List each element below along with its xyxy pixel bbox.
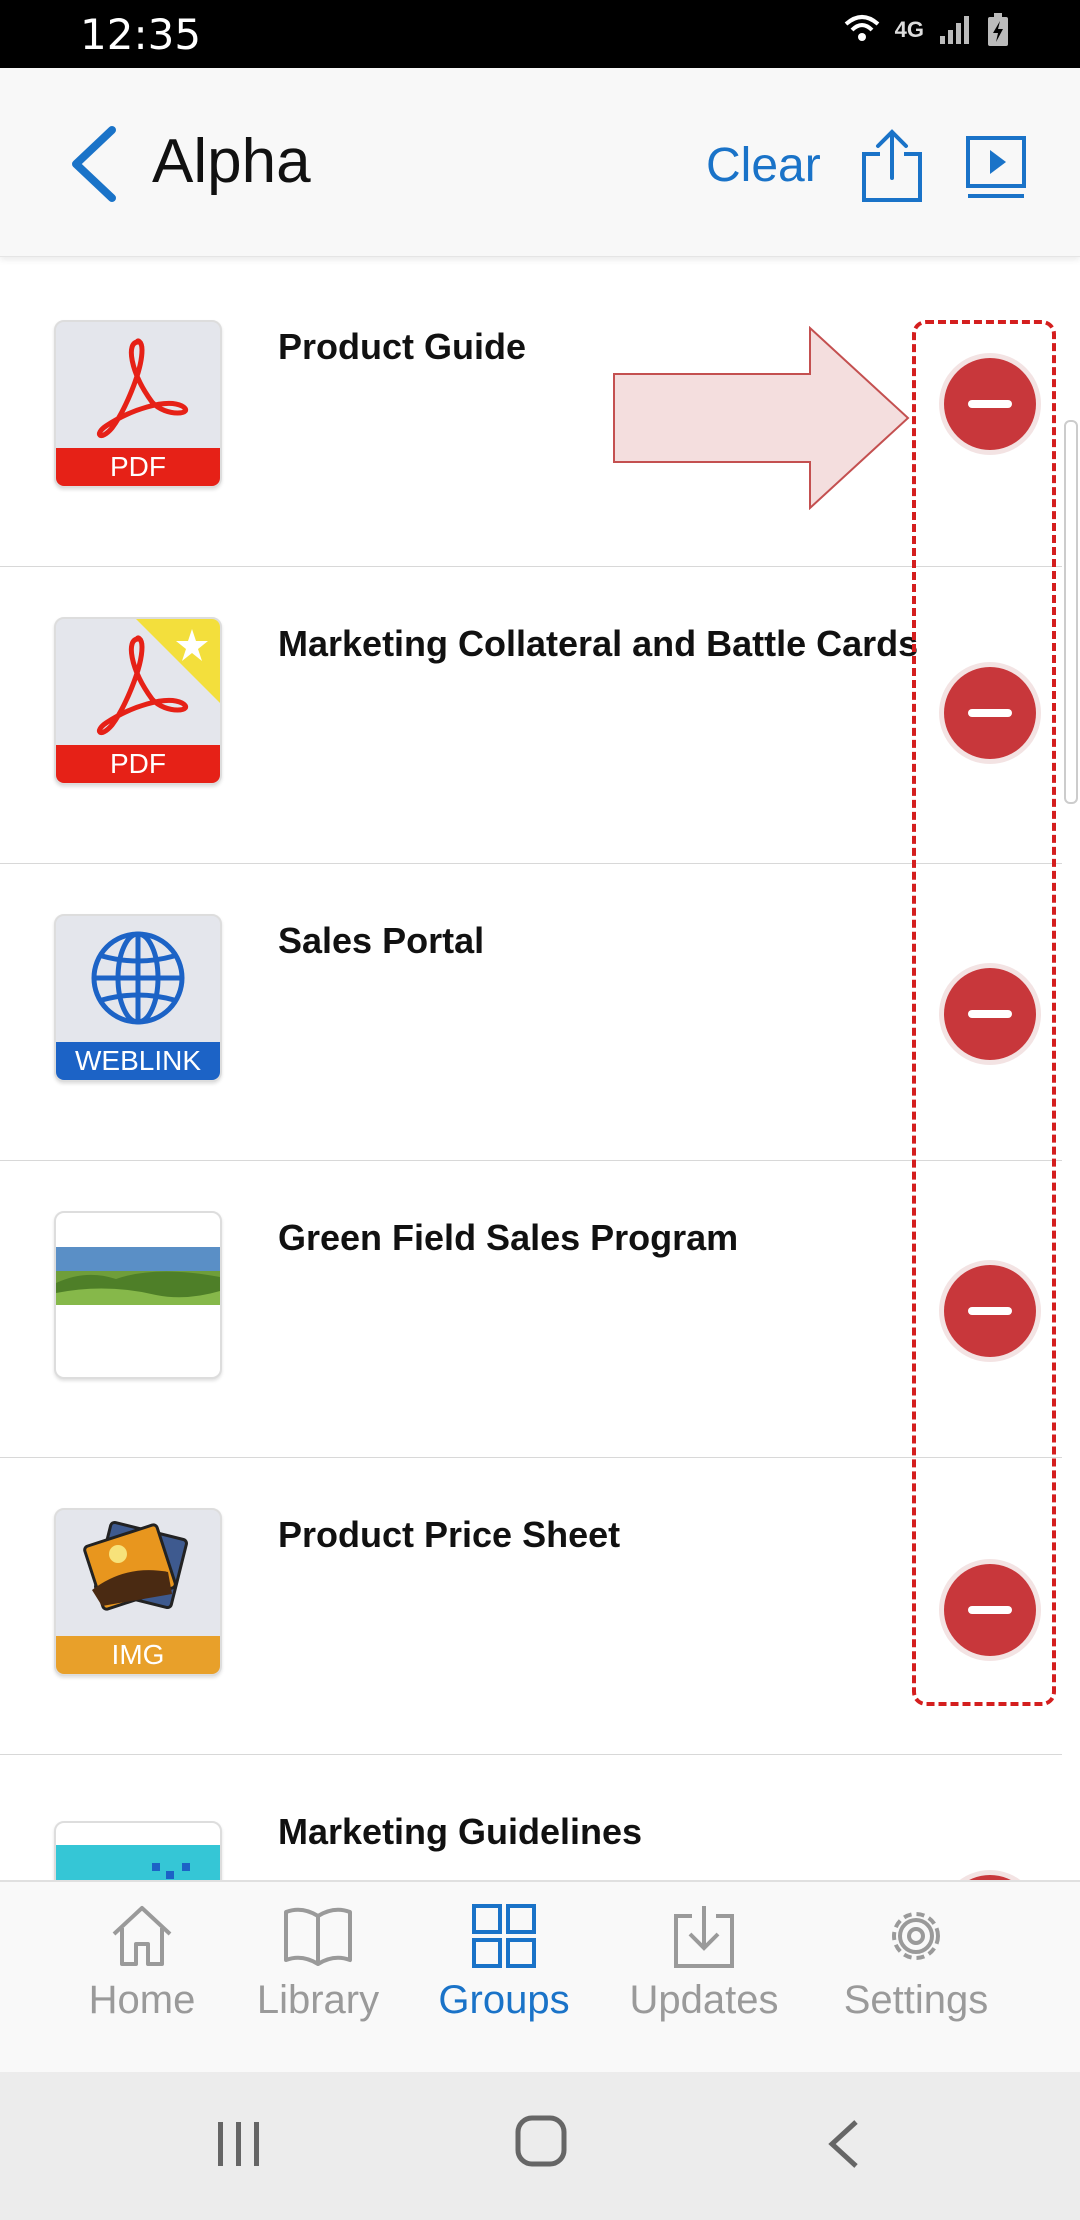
status-icons: 4G: [843, 12, 1010, 48]
home-nav-icon[interactable]: [514, 2114, 570, 2170]
present-icon[interactable]: [964, 134, 1028, 202]
bottom-tab-bar: Home Library Groups Updates Settings: [0, 1880, 1080, 2074]
globe-icon: [91, 931, 185, 1025]
item-title[interactable]: Sales Portal: [278, 920, 484, 962]
page-title: Alpha: [152, 127, 311, 196]
tab-label: Groups: [438, 1978, 570, 2022]
file-type-label: PDF: [56, 745, 220, 783]
pdf-thumbnail: PDF: [54, 320, 222, 488]
recents-icon[interactable]: [214, 2118, 264, 2170]
app-header: Alpha Clear: [0, 68, 1080, 257]
item-title[interactable]: Product Guide: [278, 326, 526, 368]
grid-icon: [472, 1904, 536, 1968]
guidelines-thumbnail: [54, 1821, 222, 1880]
acrobat-icon: [96, 338, 188, 439]
list-item[interactable]: Green Field Sales Program: [0, 1161, 1062, 1458]
home-icon: [112, 1906, 172, 1966]
back-nav-icon[interactable]: [824, 2118, 864, 2170]
list-item[interactable]: Marketing Guidelines: [0, 1755, 1062, 1880]
list-item[interactable]: PDF Marketing Collateral and Battle Card…: [0, 567, 1062, 864]
star-badge-icon: [136, 619, 220, 703]
item-title[interactable]: Green Field Sales Program: [278, 1217, 738, 1259]
tab-home[interactable]: Home: [72, 1882, 212, 2023]
content-list: PDF Product Guide PDF Marketing Collater…: [0, 270, 1062, 1880]
clear-button[interactable]: Clear: [706, 138, 821, 193]
status-bar: 12:35 4G: [0, 0, 1080, 68]
landscape-photo: [56, 1247, 220, 1305]
landscape-thumbnail: [54, 1211, 222, 1379]
tab-label: Home: [88, 1978, 196, 2022]
file-type-label: WEBLINK: [56, 1042, 220, 1080]
wifi-icon: [844, 15, 879, 41]
gear-icon: [892, 1912, 940, 1960]
item-title[interactable]: Marketing Collateral and Battle Cards: [278, 623, 918, 665]
annotation-arrow: [613, 326, 910, 510]
list-item[interactable]: WEBLINK Sales Portal: [0, 864, 1062, 1161]
tab-groups[interactable]: Groups: [424, 1882, 584, 2023]
tab-updates[interactable]: Updates: [614, 1882, 794, 2023]
image-thumbnail: IMG: [54, 1508, 222, 1676]
item-title[interactable]: Product Price Sheet: [278, 1514, 620, 1556]
system-nav-bar: [0, 2072, 1080, 2220]
document-preview: [56, 1845, 220, 1880]
clock: 12:35: [80, 10, 202, 59]
battery-icon: [988, 13, 1008, 46]
tab-label: Updates: [629, 1978, 779, 2022]
pdf-thumbnail: PDF: [54, 617, 222, 785]
back-chevron-icon[interactable]: [64, 124, 124, 204]
photo-icon: [83, 1520, 188, 1611]
tab-label: Settings: [843, 1978, 989, 2022]
tab-library[interactable]: Library: [238, 1882, 398, 2023]
scroll-indicator: [1064, 420, 1078, 804]
file-type-label: PDF: [56, 448, 220, 486]
download-icon: [674, 1906, 734, 1968]
share-icon[interactable]: [858, 128, 926, 204]
book-icon: [284, 1907, 352, 1966]
tab-settings[interactable]: Settings: [826, 1882, 1006, 2023]
item-title[interactable]: Marketing Guidelines: [278, 1811, 642, 1853]
tab-label: Library: [256, 1978, 380, 2022]
network-type: 4G: [894, 17, 924, 42]
list-item[interactable]: IMG Product Price Sheet: [0, 1458, 1062, 1755]
signal-icon: [940, 16, 969, 44]
file-type-label: IMG: [56, 1636, 220, 1674]
annotation-highlight-box: [912, 320, 1056, 1706]
weblink-thumbnail: WEBLINK: [54, 914, 222, 1082]
